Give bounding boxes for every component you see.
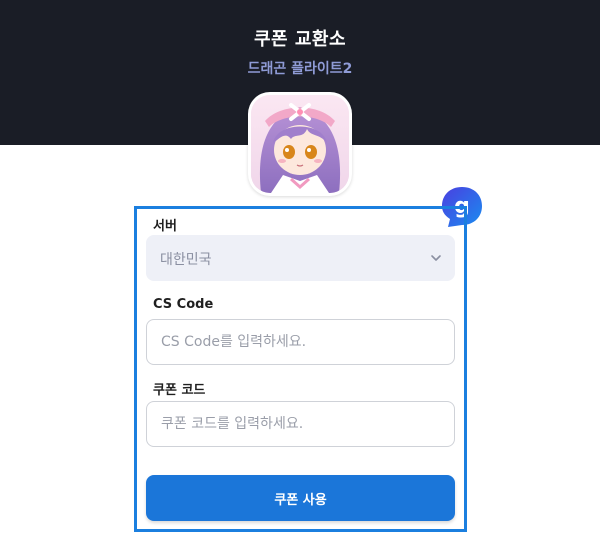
server-label: 서버 <box>153 219 177 234</box>
coupon-form: 서버 대한민국 CS Code 쿠폰 코드 쿠폰 사용 <box>134 206 467 532</box>
server-selected-value: 대한민국 <box>160 252 212 268</box>
page-title: 쿠폰 교환소 <box>253 29 347 50</box>
cs-code-label: CS Code <box>153 297 214 312</box>
chevron-down-icon <box>431 255 441 261</box>
coupon-code-input[interactable] <box>146 401 455 447</box>
use-coupon-button[interactable]: 쿠폰 사용 <box>146 475 455 521</box>
character-illustration <box>251 95 349 193</box>
server-select[interactable]: 대한민국 <box>146 235 455 281</box>
game-avatar <box>248 92 352 196</box>
cs-code-input[interactable] <box>146 319 455 365</box>
game-subtitle: 드래곤 플라이트2 <box>247 61 353 77</box>
coupon-code-label: 쿠폰 코드 <box>153 383 206 398</box>
